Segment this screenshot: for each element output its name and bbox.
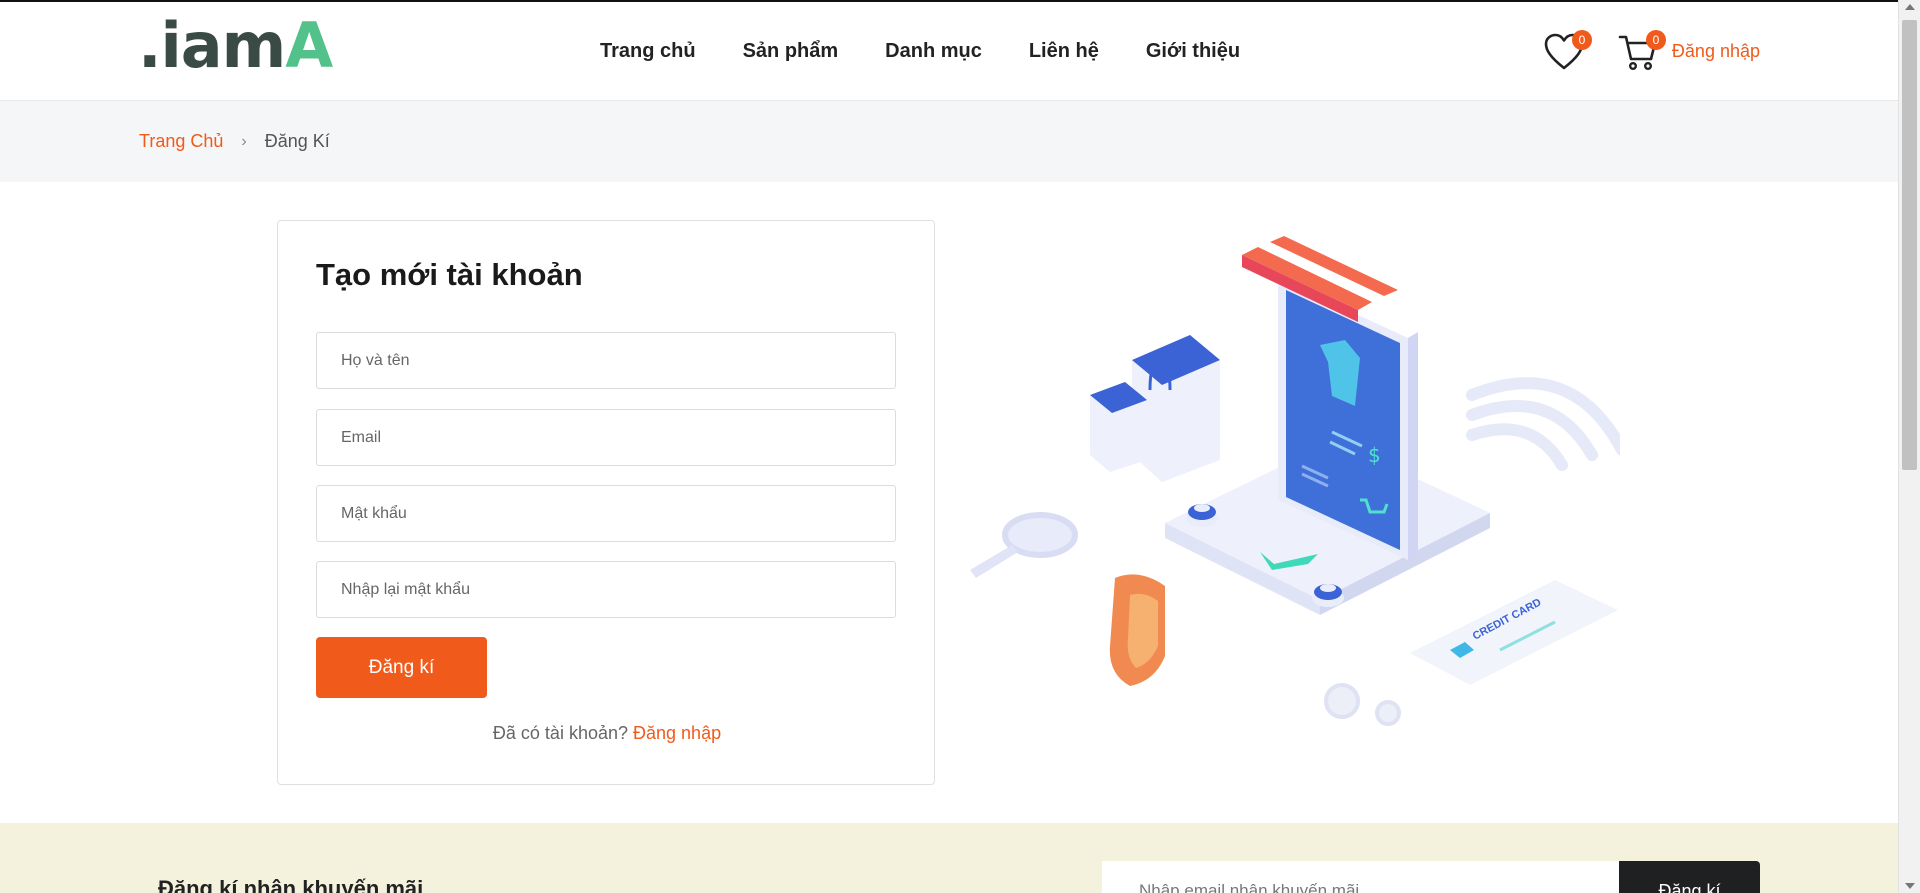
shopping-illustration: $ CREDIT CARD [970,230,1620,726]
scroll-up-arrow-icon[interactable] [1905,4,1915,10]
breadcrumb-current: Đăng Kí [264,131,330,151]
wifi-icon [1466,377,1620,471]
credit-card-icon: CREDIT CARD [1410,580,1618,685]
header-login-link[interactable]: Đăng nhập [1672,41,1760,62]
password-field[interactable] [316,485,896,542]
main-nav: Trang chủ Sản phẩm Danh mục Liên hệ Giới… [600,2,1240,101]
newsletter-email-input[interactable] [1102,861,1619,893]
shopping-bags-icon [1090,335,1220,482]
have-account-text: Đã có tài khoản? Đăng nhập [278,723,936,744]
breadcrumb: Trang Chủ › Đăng Kí [0,101,1898,182]
nav-item-about[interactable]: Giới thiệu [1146,40,1240,63]
form-login-link[interactable]: Đăng nhập [633,723,721,743]
page-scrollbar[interactable] [1898,0,1920,893]
newsletter-section: Đăng kí nhận khuyến mãi Đăng kí [0,823,1898,893]
nav-item-contact[interactable]: Liên hệ [1029,40,1099,63]
site-logo[interactable]: .iamA [138,9,333,82]
newsletter-title: Đăng kí nhận khuyến mãi [158,876,424,893]
nav-item-categories[interactable]: Danh mục [885,40,982,63]
cart-button[interactable]: 0 [1616,29,1666,74]
nav-item-home[interactable]: Trang chủ [600,40,696,63]
breadcrumb-separator-icon: › [241,132,247,150]
shield-icon [1109,574,1165,686]
price-icon: $ [1368,443,1381,467]
breadcrumb-home-link[interactable]: Trang Chủ [139,131,223,152]
register-form-card: Tạo mới tài khoản Đăng kí Đã có tài khoả… [277,220,935,785]
scroll-down-arrow-icon[interactable] [1905,883,1915,889]
scrollbar-thumb[interactable] [1902,20,1917,470]
gears-icon [1324,683,1401,726]
register-submit-button[interactable]: Đăng kí [316,637,487,698]
magnifier-icon [970,512,1078,578]
newsletter-subscribe-button[interactable]: Đăng kí [1619,861,1760,893]
register-title: Tạo mới tài khoản [316,257,583,292]
confirm-password-field[interactable] [316,561,896,618]
email-field[interactable] [316,409,896,466]
logo-text: .iamA [138,9,333,82]
have-account-label: Đã có tài khoản? [492,723,628,743]
header-actions: 0 0 Đăng nhập [1542,2,1760,101]
nav-item-products[interactable]: Sản phẩm [743,40,839,63]
wishlist-count-badge: 0 [1571,29,1592,50]
site-header: .iamA Trang chủ Sản phẩm Danh mục Liên h… [0,2,1898,101]
fullname-field[interactable] [316,332,896,389]
wishlist-button[interactable]: 0 [1542,29,1592,74]
cart-count-badge: 0 [1645,29,1666,50]
